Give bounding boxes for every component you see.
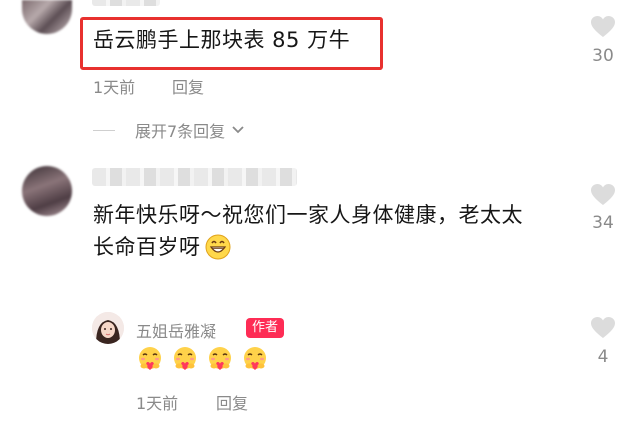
avatar[interactable] [22, 0, 72, 34]
reply-time: 1天前 [136, 394, 179, 413]
username-blurred[interactable] [92, 168, 297, 186]
reply-emojis [136, 345, 269, 373]
reply-author[interactable]: 五姐岳雅凝 [136, 318, 216, 342]
heart-icon[interactable] [590, 316, 616, 340]
reply-reply-button[interactable]: 回复 [216, 390, 248, 414]
avatar[interactable] [22, 166, 72, 216]
comment-text-line-2-label: 长命百岁呀 [93, 235, 201, 259]
like-count: 4 [597, 347, 609, 367]
grin-emoji [205, 234, 230, 260]
heart-hug-emoji [244, 347, 266, 370]
divider [93, 129, 115, 131]
expand-replies-button[interactable]: 展开7条回复 [93, 118, 245, 142]
comment-text-line-2: 长命百岁呀 [93, 231, 231, 263]
comment-text: 岳云鹏手上那块表 85 万牛 [93, 28, 351, 52]
heart-hug-emoji [209, 347, 231, 370]
like-count: 30 [592, 46, 614, 66]
heart-icon[interactable] [590, 183, 616, 207]
author-badge: 作者 [246, 318, 285, 338]
comment-text-line-1: 新年快乐呀～祝您们一家人身体健康，老太太 [93, 203, 523, 227]
chevron-down-icon [232, 126, 244, 134]
reply-avatar[interactable] [92, 312, 124, 344]
expand-label: 展开7条回复 [135, 122, 226, 141]
reply-avatar-image [92, 312, 124, 344]
like-count: 34 [592, 213, 614, 233]
username-blurred[interactable] [92, 0, 160, 6]
heart-icon[interactable] [590, 15, 616, 39]
heart-hug-emoji [139, 347, 161, 370]
reply-button[interactable]: 回复 [172, 74, 204, 98]
comment-time: 1天前 [93, 78, 136, 97]
heart-hug-emoji [174, 347, 196, 370]
